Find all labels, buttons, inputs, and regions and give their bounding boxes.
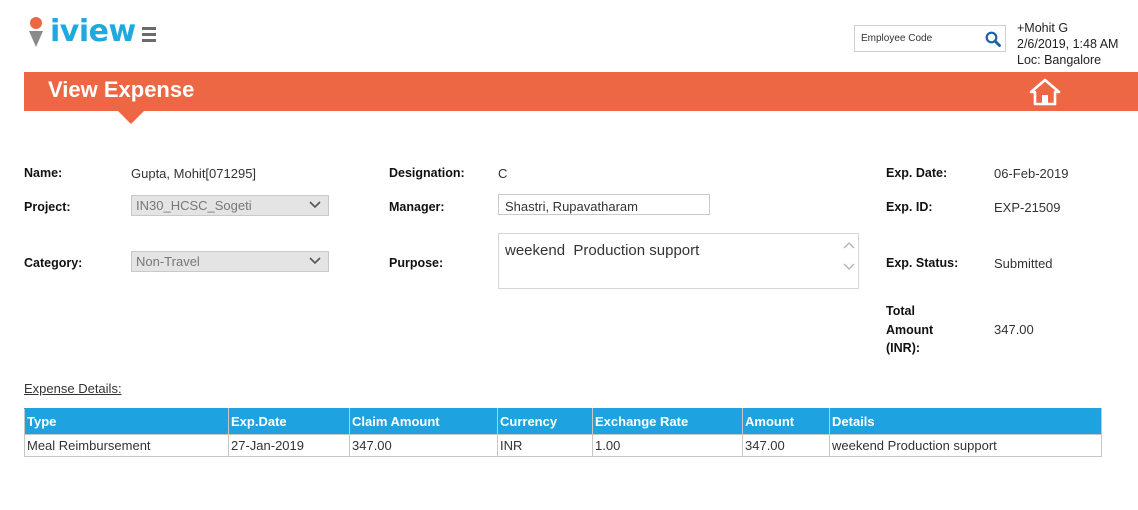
logo-text: iview xyxy=(50,14,136,49)
exp-status-label: Exp. Status: xyxy=(886,256,959,270)
manager-label: Manager: xyxy=(389,200,445,214)
cell-details: weekend Production support xyxy=(829,434,1102,457)
logo-mark-icon xyxy=(28,15,46,49)
column-header-type: Type xyxy=(24,408,229,435)
column-header-amount: Amount xyxy=(742,408,830,435)
employee-code-input[interactable] xyxy=(855,26,981,51)
user-name[interactable]: +Mohit G xyxy=(1017,20,1118,36)
chevron-down-icon[interactable] xyxy=(843,260,855,272)
project-select[interactable]: IN30_HCSC_Sogeti xyxy=(131,195,329,216)
total-label-line1: Total xyxy=(886,304,915,318)
category-select[interactable]: Non-Travel xyxy=(131,251,329,272)
exp-id-label: Exp. ID: xyxy=(886,200,933,214)
table-row: Meal Reimbursement 27-Jan-2019 347.00 IN… xyxy=(24,434,1102,457)
column-header-details: Details xyxy=(829,408,1102,435)
exp-date-value: 06-Feb-2019 xyxy=(994,166,1069,181)
table-header-row: Type Exp.Date Claim Amount Currency Exch… xyxy=(24,408,1102,435)
cell-claim-amount: 347.00 xyxy=(349,434,498,457)
employee-code-search xyxy=(854,25,1006,52)
cell-exp-date: 27-Jan-2019 xyxy=(228,434,350,457)
page-banner: View Expense xyxy=(24,72,1138,124)
column-header-exchange-rate: Exchange Rate xyxy=(592,408,743,435)
exp-status-value: Submitted xyxy=(994,256,1053,271)
cell-type: Meal Reimbursement xyxy=(24,434,229,457)
page-title: View Expense xyxy=(48,77,195,102)
exp-id-value: EXP-21509 xyxy=(994,200,1061,215)
chevron-down-icon xyxy=(309,201,321,209)
user-location: Loc: Bangalore xyxy=(1017,53,1102,67)
expense-details-link[interactable]: Expense Details: xyxy=(24,381,122,396)
purpose-scrollbar[interactable] xyxy=(843,240,855,272)
current-datetime: 2/6/2019, 1:48 AM xyxy=(1017,37,1119,51)
purpose-textarea[interactable]: weekend Production support xyxy=(498,233,859,289)
name-value: Gupta, Mohit[071295] xyxy=(131,166,257,181)
designation-label: Designation: xyxy=(389,166,465,180)
manager-field[interactable]: Shastri, Rupavatharam xyxy=(498,194,710,215)
chevron-down-icon xyxy=(309,257,321,265)
category-label: Category: xyxy=(24,256,83,270)
search-icon xyxy=(985,31,1001,47)
total-label-line2: Amount xyxy=(886,322,934,337)
category-selected-value: Non-Travel xyxy=(136,254,200,269)
column-header-exp-date: Exp.Date xyxy=(228,408,350,435)
purpose-text: weekend Production support xyxy=(505,242,700,259)
total-amount-value: 347.00 xyxy=(994,322,1034,337)
column-header-claim-amount: Claim Amount xyxy=(349,408,498,435)
project-selected-value: IN30_HCSC_Sogeti xyxy=(136,198,252,213)
search-button[interactable] xyxy=(981,26,1005,51)
home-button[interactable] xyxy=(1028,78,1062,106)
cell-amount: 347.00 xyxy=(742,434,830,457)
column-header-currency: Currency xyxy=(497,408,593,435)
banner-notch xyxy=(118,111,144,124)
cell-currency: INR xyxy=(497,434,593,457)
chevron-up-icon[interactable] xyxy=(843,240,855,252)
iview-logo[interactable]: iview xyxy=(28,14,156,50)
purpose-label: Purpose: xyxy=(389,256,444,270)
user-info: +Mohit G 2/6/2019, 1:48 AM Loc: Bangalor… xyxy=(1017,20,1118,68)
expense-details-table: Type Exp.Date Claim Amount Currency Exch… xyxy=(24,408,1102,457)
total-amount-label: Total Amount (INR): xyxy=(886,302,956,358)
home-icon xyxy=(1029,78,1061,106)
project-label: Project: xyxy=(24,200,71,214)
exp-date-label: Exp. Date: xyxy=(886,166,948,180)
hamburger-menu-icon[interactable] xyxy=(141,23,156,42)
designation-value: C xyxy=(498,166,508,181)
name-label: Name: xyxy=(24,166,63,180)
total-label-line3: (INR): xyxy=(886,341,921,355)
cell-exchange-rate: 1.00 xyxy=(592,434,743,457)
